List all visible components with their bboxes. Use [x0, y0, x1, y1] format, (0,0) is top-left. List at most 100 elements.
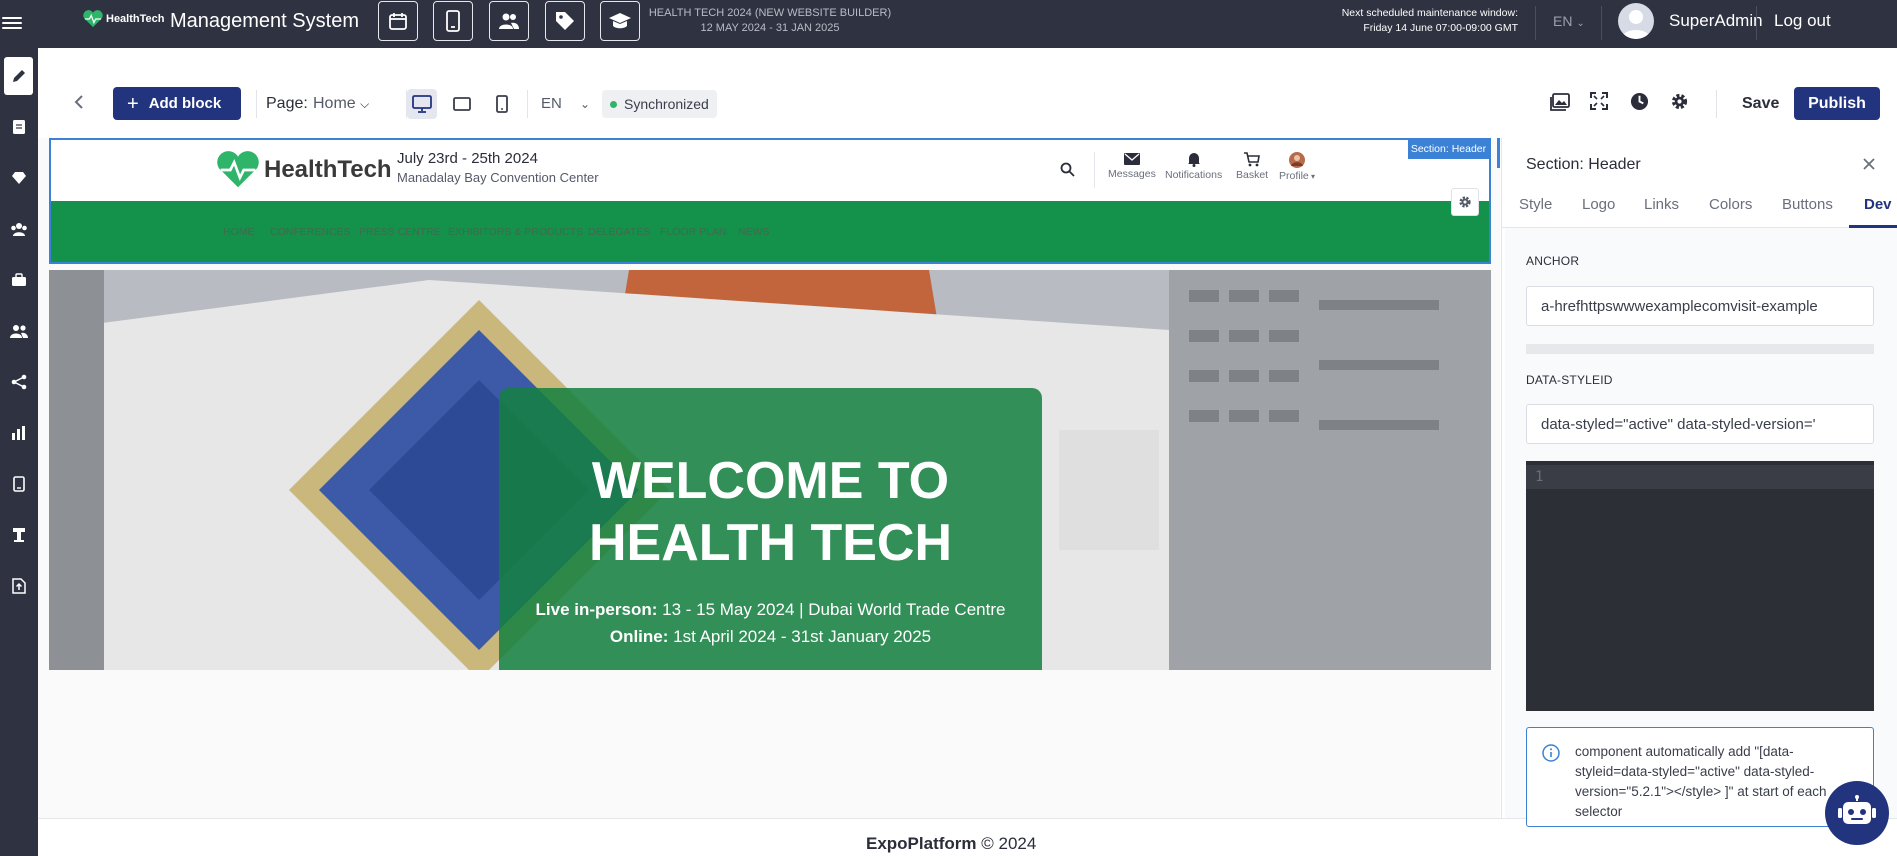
- menu-icon[interactable]: [2, 14, 22, 32]
- desktop-view-button[interactable]: [407, 89, 437, 119]
- file-upload-icon: [12, 578, 26, 594]
- close-button[interactable]: [1862, 157, 1876, 176]
- profile-link[interactable]: Profile ▾: [1279, 152, 1315, 182]
- hero-online-info: Online: 1st April 2024 - 31st January 20…: [499, 627, 1042, 647]
- logout-button[interactable]: Log out: [1774, 11, 1831, 31]
- top-bar: HealthTech Management System HEALTH TECH…: [0, 0, 1897, 48]
- tab-buttons[interactable]: Buttons: [1782, 196, 1833, 213]
- divider: [1535, 6, 1536, 40]
- history-button[interactable]: [1630, 92, 1649, 116]
- calendar-icon: [389, 13, 407, 30]
- publish-button[interactable]: Publish: [1794, 87, 1880, 120]
- robot-icon: [1838, 795, 1876, 824]
- mobile-icon: [496, 95, 508, 113]
- tab-links[interactable]: Links: [1644, 196, 1679, 213]
- chevron-down-icon: ⌵: [360, 97, 370, 111]
- nav-item-exhibitors[interactable]: EXHIBITORS & PRODUCTS: [448, 226, 583, 238]
- sidebar-item-exhibitors[interactable]: [0, 261, 38, 299]
- site-logo[interactable]: HealthTech: [215, 150, 392, 190]
- tab-logo[interactable]: Logo: [1582, 196, 1615, 213]
- messages-link[interactable]: Messages: [1108, 152, 1156, 180]
- tablet-view-button[interactable]: [447, 89, 477, 119]
- nav-item-news[interactable]: NEWS: [738, 226, 770, 238]
- sidebar-item-network[interactable]: [0, 210, 38, 248]
- hero-title-line-1: WELCOME TO: [591, 452, 950, 510]
- nav-item-delegates[interactable]: DELEGATES: [588, 226, 650, 238]
- back-button[interactable]: [74, 94, 84, 115]
- info-icon: [1542, 744, 1560, 767]
- users-button[interactable]: [489, 1, 529, 41]
- live-label: Live in-person:: [535, 600, 658, 619]
- notifications-link[interactable]: Notifications: [1165, 152, 1222, 181]
- sync-status-text: Synchronized: [624, 96, 709, 112]
- gear-icon: [1459, 196, 1471, 208]
- language-value: EN: [1553, 13, 1573, 29]
- add-block-label: Add block: [148, 95, 222, 112]
- styleid-input[interactable]: data-styled="active" data-styled-version…: [1526, 404, 1874, 444]
- diamond-icon: [12, 172, 26, 184]
- nav-item-press-centre[interactable]: PRESS CENTRE: [359, 226, 441, 238]
- booth-icon: [13, 528, 25, 542]
- sidebar: [0, 48, 38, 856]
- sidebar-item-import[interactable]: [0, 567, 38, 605]
- css-code-editor[interactable]: [1526, 461, 1874, 711]
- media-library-button[interactable]: [1550, 92, 1570, 117]
- tab-dev[interactable]: Dev: [1864, 196, 1892, 213]
- bell-icon: [1187, 153, 1200, 167]
- sidebar-item-share[interactable]: [0, 363, 38, 401]
- user-avatar[interactable]: [1618, 3, 1654, 39]
- basket-link[interactable]: Basket: [1236, 152, 1268, 181]
- sidebar-item-editor[interactable]: [4, 57, 33, 95]
- app-logo[interactable]: HealthTech: [82, 10, 164, 28]
- tags-button[interactable]: [545, 1, 585, 41]
- chevron-down-icon: ▾: [1308, 172, 1316, 181]
- footer-copyright: ExpoPlatform © 2024: [866, 834, 1036, 854]
- page-select[interactable]: Home ⌵: [313, 95, 369, 113]
- chevron-down-icon: ⌄: [1576, 18, 1585, 29]
- anchor-input[interactable]: a-hrefhttpswwwexamplecomvisit-example: [1526, 286, 1874, 326]
- search-button[interactable]: [1060, 162, 1075, 179]
- live-value: 13 - 15 May 2024 | Dubai World Trade Cen…: [657, 600, 1006, 619]
- divider: [1601, 6, 1602, 40]
- basket-label: Basket: [1236, 169, 1269, 181]
- scrollbar[interactable]: [1497, 138, 1500, 168]
- fullscreen-button[interactable]: [1590, 92, 1608, 115]
- user-name[interactable]: SuperAdmin: [1669, 11, 1763, 31]
- nav-item-home[interactable]: HOME: [223, 226, 255, 238]
- sidebar-item-mobile[interactable]: [0, 465, 38, 503]
- add-block-button[interactable]: + Add block: [113, 87, 241, 120]
- maintenance-info: Next scheduled maintenance window: Frida…: [1300, 6, 1518, 36]
- footer-copyright-text: © 2024: [976, 834, 1037, 853]
- info-text: component automatically add "[data-style…: [1575, 744, 1827, 819]
- chatbot-button[interactable]: [1825, 781, 1889, 845]
- footer-brand[interactable]: ExpoPlatform: [866, 834, 977, 853]
- tag-icon: [556, 12, 574, 30]
- cart-icon: [1244, 152, 1260, 167]
- divider: [1094, 152, 1095, 188]
- settings-button[interactable]: [1670, 92, 1689, 116]
- section-settings-button[interactable]: [1451, 188, 1479, 216]
- save-button[interactable]: Save: [1742, 95, 1779, 113]
- sidebar-item-analytics[interactable]: [0, 414, 38, 452]
- site-logo-text: HealthTech: [264, 156, 392, 183]
- sidebar-item-sponsors[interactable]: [0, 159, 38, 197]
- app-logo-text: HealthTech: [106, 13, 165, 25]
- language-select[interactable]: EN ⌄: [1553, 13, 1585, 29]
- mobile-view-button[interactable]: [487, 89, 517, 119]
- tab-colors[interactable]: Colors: [1709, 196, 1752, 213]
- nav-item-floor-plan[interactable]: FLOOR PLAN: [660, 226, 727, 238]
- anchor-label: ANCHOR: [1526, 254, 1580, 268]
- sync-status-badge: Synchronized: [602, 90, 717, 118]
- content-language-select[interactable]: EN ⌄: [541, 95, 590, 112]
- divider: [1756, 6, 1757, 40]
- nav-item-conferences[interactable]: CONFERENCES: [270, 226, 351, 238]
- sidebar-item-pages[interactable]: [0, 108, 38, 146]
- sidebar-item-booths[interactable]: [0, 516, 38, 554]
- styleid-label: DATA-STYLEID: [1526, 373, 1613, 387]
- mobile-app-button[interactable]: [433, 1, 473, 41]
- maintenance-label: Next scheduled maintenance window:: [1341, 7, 1518, 19]
- calendar-button[interactable]: [378, 1, 418, 41]
- profile-label: Profile: [1279, 170, 1309, 182]
- tab-style[interactable]: Style: [1519, 196, 1552, 213]
- sidebar-item-attendees[interactable]: [0, 312, 38, 350]
